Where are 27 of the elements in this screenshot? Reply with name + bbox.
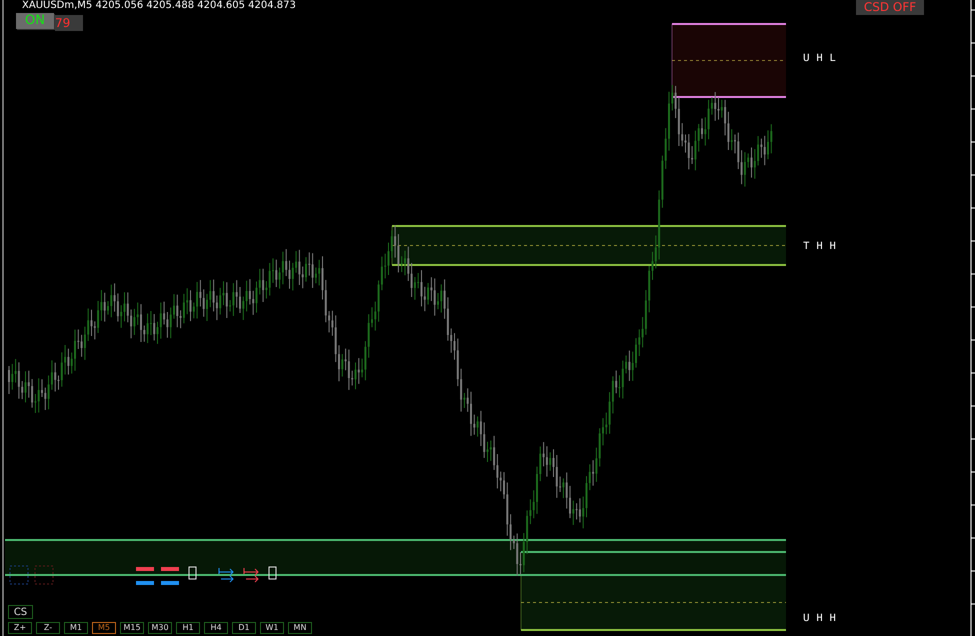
timeframe-button[interactable]: D1	[232, 622, 256, 634]
counter-label: 79	[55, 15, 83, 31]
timeframe-button[interactable]: Z+	[8, 622, 32, 634]
line-swatch-icon[interactable]	[161, 581, 179, 585]
arrows-icon[interactable]	[218, 568, 234, 582]
line-swatch-icon[interactable]	[136, 567, 154, 571]
line-swatch-icon[interactable]	[136, 581, 154, 585]
timeframe-button[interactable]: M5	[92, 622, 116, 634]
rectangle-icon[interactable]	[188, 566, 196, 580]
timeframe-button[interactable]: MN	[288, 622, 312, 634]
dashed-square-icon[interactable]	[10, 566, 28, 584]
timeframe-button[interactable]: M30	[148, 622, 172, 634]
rectangle-icon[interactable]	[268, 566, 276, 580]
timeframe-button[interactable]: W1	[260, 622, 284, 634]
dashed-square-icon[interactable]	[34, 566, 54, 584]
timeframe-button[interactable]: M15	[120, 622, 144, 634]
chart-title: XAUUSDm,M5 4205.056 4205.488 4204.605 4204.873	[22, 0, 296, 12]
line-swatch-icon[interactable]	[161, 567, 179, 571]
timeframe-button[interactable]: Z-	[36, 622, 60, 634]
zone-label: T H H	[803, 241, 836, 253]
timeframe-button[interactable]: H4	[204, 622, 228, 634]
arrows-icon[interactable]	[244, 568, 259, 582]
zone-label: U H L	[803, 53, 836, 65]
timeframe-button[interactable]: H1	[176, 622, 200, 634]
cs-button[interactable]: CS	[8, 605, 33, 619]
timeframe-button[interactable]: M1	[64, 622, 88, 634]
zone-label: U H H	[803, 613, 836, 625]
